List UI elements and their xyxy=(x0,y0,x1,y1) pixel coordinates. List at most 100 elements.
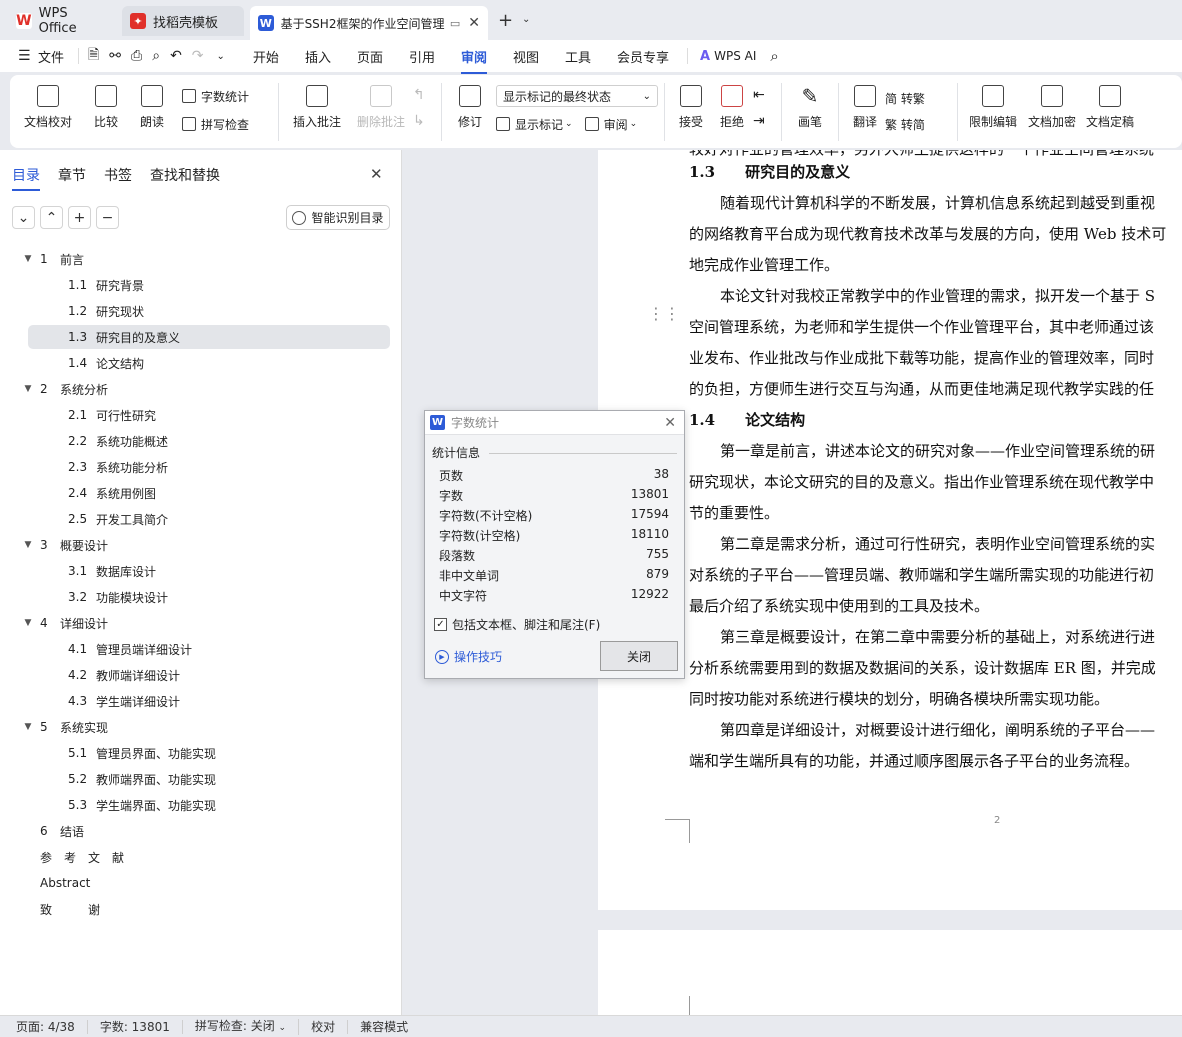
trad-to-simp-button[interactable]: 繁 转简 xyxy=(885,113,951,135)
menu-tools[interactable]: 工具 xyxy=(555,47,601,66)
redo-icon[interactable]: ↷ xyxy=(187,48,209,64)
prev-comment-icon[interactable]: ↰ xyxy=(413,87,435,103)
tab-wps-office[interactable]: W WPS Office xyxy=(8,6,116,36)
accept-button[interactable]: 接受 xyxy=(671,75,711,148)
menu-insert[interactable]: 插入 xyxy=(295,47,341,66)
toc-item[interactable]: 2.2 系统功能概述 xyxy=(28,429,390,453)
close-panel-icon[interactable]: ✕ xyxy=(370,165,383,183)
expand-triangle-icon[interactable]: ▼ xyxy=(22,618,34,628)
toc-item[interactable]: 4.1 管理员端详细设计 xyxy=(28,637,390,661)
tab-docer-templates[interactable]: ✦ 找稻壳模板 xyxy=(122,6,244,36)
toc-item[interactable]: 参 考 文 献 xyxy=(28,845,390,869)
menu-review[interactable]: 审阅 xyxy=(451,47,497,74)
next-change-icon[interactable]: ⇥ xyxy=(753,113,775,129)
toc-item[interactable]: 致 谢 xyxy=(28,897,390,921)
toc-item[interactable]: 2.5 开发工具简介 xyxy=(28,507,390,531)
spell-check-button[interactable]: 拼写检查 xyxy=(182,113,272,135)
toc-item[interactable]: 2.1 可行性研究 xyxy=(28,403,390,427)
tab-document[interactable]: W 基于SSH2框架的作业空间管理 ▭ ✕ xyxy=(250,6,488,40)
menu-file[interactable]: 文件 xyxy=(36,47,74,66)
toc-item[interactable]: ▼ 3 概要设计 xyxy=(25,533,390,557)
restrict-edit-button[interactable]: 限制编辑 xyxy=(964,75,1022,148)
reject-button[interactable]: 拒绝 xyxy=(711,75,753,148)
toc-item[interactable]: ▼ 1 前言 xyxy=(25,247,390,271)
expand-triangle-icon[interactable]: ▼ xyxy=(22,540,34,550)
close-tab-icon[interactable]: ✕ xyxy=(468,15,480,31)
menu-page[interactable]: 页面 xyxy=(347,47,393,66)
expand-up-button[interactable]: ⌃ xyxy=(40,206,63,229)
search-icon[interactable]: ⌕ xyxy=(760,47,788,65)
wps-ai-button[interactable]: A WPS AI xyxy=(696,49,760,64)
review-pane-button[interactable]: 审阅 ⌄ xyxy=(584,113,637,135)
show-markup-button[interactable]: 显示标记 ⌄ xyxy=(496,113,573,135)
markup-state-select[interactable]: 显示标记的最终状态 ⌄ xyxy=(496,85,658,107)
collapse-all-button[interactable]: ⌄ xyxy=(12,206,35,229)
window-mode-icon[interactable]: ▭ xyxy=(450,17,460,30)
save-icon[interactable]: 🗎 xyxy=(83,44,104,68)
menu-member[interactable]: 会员专享 xyxy=(607,47,679,66)
finalize-button[interactable]: 文档定稿 xyxy=(1082,75,1138,148)
toc-item[interactable]: ▼ 2 系统分析 xyxy=(25,377,390,401)
word-count-indicator[interactable]: 字数: 13801 xyxy=(88,1019,183,1034)
menu-start[interactable]: 开始 xyxy=(243,47,289,66)
toc-item[interactable]: 1.1 研究背景 xyxy=(28,273,390,297)
include-textbox-checkbox[interactable]: ✓ 包括文本框、脚注和尾注(F) xyxy=(434,616,600,633)
new-tab-icon[interactable]: + xyxy=(498,10,513,31)
hamburger-icon[interactable]: ☰ xyxy=(18,48,36,64)
expand-triangle-icon[interactable]: ▼ xyxy=(22,384,34,394)
spell-check-indicator[interactable]: 拼写检查: 关闭 ⌄ xyxy=(183,1018,300,1035)
menu-view[interactable]: 视图 xyxy=(503,47,549,66)
track-changes-button[interactable]: 修订 xyxy=(448,75,492,148)
toc-item[interactable]: 3.1 数据库设计 xyxy=(28,559,390,583)
page-indicator[interactable]: 页面: 4/38 xyxy=(0,1019,88,1034)
toc-item[interactable]: 3.2 功能模块设计 xyxy=(28,585,390,609)
menu-reference[interactable]: 引用 xyxy=(399,47,445,66)
tab-list-chevron-icon[interactable]: ⌄ xyxy=(522,14,530,25)
toc-item[interactable]: 4.3 学生端详细设计 xyxy=(28,689,390,713)
toc-item[interactable]: 1.2 研究现状 xyxy=(28,299,390,323)
close-dialog-icon[interactable]: ✕ xyxy=(664,415,676,431)
expand-triangle-icon[interactable]: ▼ xyxy=(22,722,34,732)
expand-triangle-icon[interactable]: ▼ xyxy=(22,254,34,264)
link-icon[interactable]: ⚯ xyxy=(104,48,126,64)
tab-bookmarks[interactable]: 书签 xyxy=(104,165,132,185)
toc-item[interactable]: 2.3 系统功能分析 xyxy=(28,455,390,479)
tab-find-replace[interactable]: 查找和替换 xyxy=(150,165,220,185)
drag-handle-icon[interactable]: ⋮⋮ xyxy=(648,306,680,322)
smart-toc-button[interactable]: 智能识别目录 xyxy=(286,205,390,230)
proofread-indicator[interactable]: 校对 xyxy=(299,1019,349,1034)
delete-comment-button[interactable]: 删除批注 xyxy=(349,75,413,148)
encrypt-button[interactable]: 文档加密 xyxy=(1022,75,1082,148)
toc-item[interactable]: 6 结语 xyxy=(28,819,390,843)
compare-button[interactable]: 比较 xyxy=(86,75,126,148)
close-button[interactable]: 关闭 xyxy=(600,641,678,671)
toc-item[interactable]: Abstract xyxy=(28,871,390,895)
remove-heading-button[interactable]: − xyxy=(96,206,119,229)
toc-item[interactable]: 5.3 学生端界面、功能实现 xyxy=(28,793,390,817)
add-heading-button[interactable]: + xyxy=(68,206,91,229)
toc-item[interactable]: 5.2 教师端界面、功能实现 xyxy=(28,767,390,791)
word-count-button[interactable]: 字数统计 xyxy=(182,85,272,107)
prev-change-icon[interactable]: ⇤ xyxy=(753,87,775,103)
translate-button[interactable]: 翻译 xyxy=(845,75,885,148)
print-preview-icon[interactable]: ⌕ xyxy=(147,48,165,64)
doc-check-button[interactable]: 文档校对 xyxy=(10,75,86,148)
toc-item[interactable]: 2.4 系统用例图 xyxy=(28,481,390,505)
tips-link[interactable]: ▶ 操作技巧 xyxy=(435,648,502,665)
undo-icon[interactable]: ↶ xyxy=(165,48,187,64)
toc-item[interactable]: ▼ 4 详细设计 xyxy=(25,611,390,635)
toc-item[interactable]: 1.4 论文结构 xyxy=(28,351,390,375)
tab-chapters[interactable]: 章节 xyxy=(58,165,86,185)
tab-toc[interactable]: 目录 xyxy=(12,165,40,191)
toc-item[interactable]: 4.2 教师端详细设计 xyxy=(28,663,390,687)
insert-comment-button[interactable]: 插入批注 xyxy=(285,75,349,148)
simp-to-trad-button[interactable]: 简 转繁 xyxy=(885,87,951,109)
toc-item[interactable]: 5.1 管理员界面、功能实现 xyxy=(28,741,390,765)
pen-button[interactable]: ✎ 画笔 xyxy=(788,75,832,148)
more-chevron-icon[interactable]: ⌄ xyxy=(209,51,233,62)
toc-item[interactable]: ▼ 5 系统实现 xyxy=(25,715,390,739)
print-icon[interactable]: ⎙ xyxy=(126,48,147,64)
next-comment-icon[interactable]: ↳ xyxy=(413,113,435,129)
toc-item[interactable]: 1.3 研究目的及意义 xyxy=(28,325,390,349)
read-aloud-button[interactable]: 朗读 xyxy=(126,75,178,148)
